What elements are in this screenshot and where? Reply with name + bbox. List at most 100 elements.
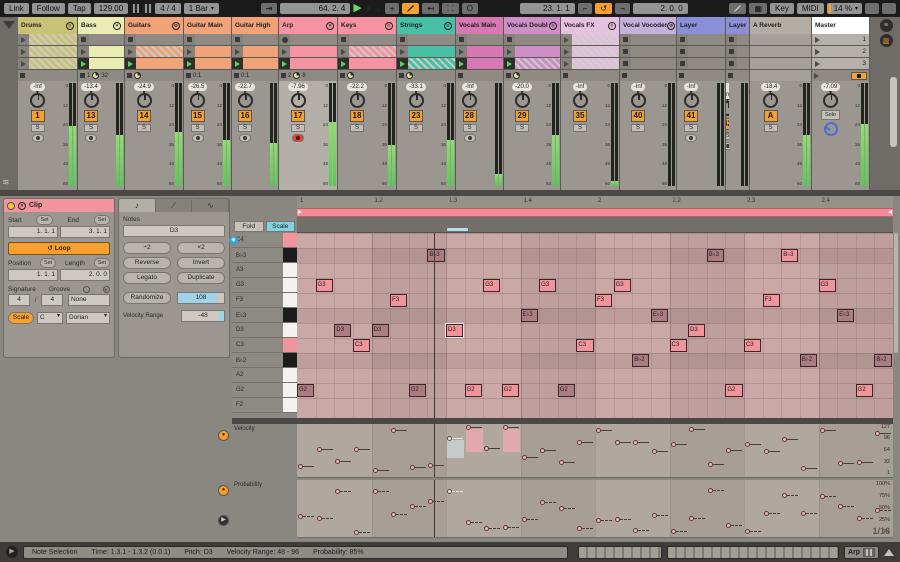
clip-launch-cell[interactable] — [338, 46, 349, 57]
arm-button[interactable] — [292, 134, 304, 142]
midi-note[interactable]: F3 — [595, 294, 612, 307]
velocity-marker[interactable] — [391, 428, 396, 433]
groove-select[interactable]: None — [68, 294, 110, 306]
probability-marker[interactable] — [503, 525, 508, 530]
play-button[interactable]: ▶ — [353, 3, 361, 14]
probability-marker[interactable] — [466, 520, 471, 525]
velocity-marker[interactable] — [689, 427, 694, 432]
midi-note[interactable]: E♭3 — [521, 309, 538, 322]
probability-marker[interactable] — [671, 529, 676, 534]
track-activator-number[interactable]: 16 — [238, 110, 252, 122]
reverse-button[interactable]: Reverse — [123, 257, 171, 269]
probability-marker[interactable] — [410, 504, 415, 509]
velocity-marker[interactable] — [633, 440, 638, 445]
clip-launch-cell[interactable] — [78, 46, 89, 57]
tap-tempo-button[interactable]: Tap — [68, 3, 91, 14]
preview-note-button[interactable]: ◉ — [229, 236, 238, 245]
link-button[interactable]: Link — [4, 3, 29, 14]
piano-key[interactable] — [283, 353, 297, 367]
pan-knob[interactable] — [573, 93, 588, 108]
clip-launch-cell[interactable] — [125, 46, 136, 57]
clip-color-chooser[interactable] — [7, 202, 15, 210]
probability-marker[interactable] — [484, 526, 489, 531]
piano-key[interactable] — [283, 368, 297, 382]
track-activator-number[interactable]: 35 — [573, 110, 587, 122]
note-grid[interactable]: G2G3D3C3D3F3G2B♭3D3G2G3G2E♭3G3G2C3F3G3B♭… — [297, 233, 893, 418]
track-header[interactable]: Bass▾ — [78, 17, 124, 34]
preview-volume-knob[interactable] — [824, 122, 838, 136]
loop-start-field[interactable]: 23. 1. 1 — [520, 3, 575, 14]
root-note-select[interactable]: C▾ — [37, 312, 63, 324]
track-activator-number[interactable]: 14 — [137, 110, 151, 122]
pitch-display-field[interactable]: D3 — [123, 225, 225, 237]
clip-slot[interactable] — [561, 34, 619, 46]
piano-key[interactable] — [283, 338, 297, 352]
clip-launch-cell[interactable] — [504, 46, 515, 57]
set-length-button[interactable]: Set — [94, 258, 110, 268]
solo-button[interactable]: S — [31, 124, 45, 132]
track-fold-icon[interactable]: ≡ — [549, 22, 557, 30]
track-fold-icon[interactable]: ▾ — [326, 22, 334, 30]
velocity-marker[interactable] — [745, 442, 750, 447]
piano-key-column[interactable]: C4B♭3A3G3F3E♭3D3C3B♭2A2G2F2 — [232, 233, 297, 418]
midi-note[interactable]: B♭3 — [781, 249, 798, 262]
probability-marker[interactable] — [317, 516, 322, 521]
clip-launch-cell[interactable] — [125, 34, 136, 45]
track-fold-icon[interactable]: ≡ — [608, 22, 616, 30]
quantization-menu[interactable]: 1 Bar ▾ — [184, 3, 219, 14]
pan-knob[interactable] — [84, 93, 99, 108]
clip-menu-icon[interactable]: ▾ — [18, 202, 26, 210]
velocity-marker[interactable] — [559, 460, 564, 465]
volume-value[interactable]: -22.7 — [235, 83, 255, 91]
solo-button[interactable]: S — [84, 124, 98, 132]
track-activator-number[interactable]: 15 — [191, 110, 205, 122]
tab-notes[interactable]: ♪ — [119, 199, 156, 212]
automation-reenable-button[interactable]: ⸬ — [442, 3, 459, 14]
key-row-B♭2[interactable]: B♭2 — [232, 353, 297, 368]
stop-button[interactable]: ■ — [365, 3, 372, 14]
probability-marker[interactable] — [708, 488, 713, 493]
clip-slot[interactable] — [561, 46, 619, 58]
velocity-marker[interactable] — [410, 465, 415, 470]
clip-slot[interactable] — [677, 46, 725, 58]
clip-slot[interactable] — [561, 58, 619, 70]
clip-launch-cell[interactable] — [397, 46, 408, 57]
velocity-marker[interactable] — [317, 447, 322, 452]
clip-slot[interactable] — [184, 34, 231, 46]
piano-key[interactable] — [283, 248, 297, 262]
set-start-button[interactable]: Set — [36, 215, 52, 225]
clip-slot[interactable] — [456, 58, 503, 70]
clip-start-field[interactable]: 1. 1. 1 — [8, 226, 58, 238]
track-fold-icon[interactable]: ⊘ — [667, 22, 675, 30]
piano-key[interactable] — [283, 323, 297, 337]
track-fold-icon[interactable]: ≡ — [66, 22, 74, 30]
track-header[interactable]: Vocals Main — [456, 17, 503, 34]
volume-value[interactable]: -26.5 — [188, 83, 208, 91]
clip-slot[interactable] — [677, 58, 725, 70]
beat-time-ruler[interactable]: 11.21.31.422.22.32.4 — [297, 196, 893, 208]
scrub-area[interactable] — [297, 217, 893, 233]
volume-value[interactable]: -Inf — [30, 83, 45, 91]
track-header[interactable]: Guitar High — [232, 17, 278, 34]
midi-note[interactable]: C3 — [576, 339, 593, 352]
midi-note[interactable]: G2 — [465, 384, 482, 397]
arm-button[interactable] — [464, 134, 476, 142]
clip-launch-cell[interactable] — [125, 58, 136, 69]
clip-launch-cell[interactable] — [18, 34, 29, 45]
midi-note[interactable]: E♭3 — [651, 309, 668, 322]
piano-key[interactable] — [283, 278, 297, 292]
record-button[interactable]: ● — [374, 3, 381, 15]
clip-launch-cell[interactable] — [677, 34, 688, 45]
probability-marker[interactable] — [596, 518, 601, 523]
track-fold-icon[interactable]: ≡ — [385, 22, 393, 30]
velocity-marker[interactable] — [335, 459, 340, 464]
probability-marker[interactable] — [820, 494, 825, 499]
clip-launch-cell[interactable] — [726, 34, 737, 45]
velocity-lane[interactable] — [297, 424, 893, 478]
track-header[interactable]: Arp▾ — [279, 17, 337, 34]
clip-slot[interactable] — [397, 46, 455, 58]
clip-slot[interactable] — [726, 46, 749, 58]
solo-button[interactable]: S — [350, 124, 364, 132]
draw-automation-icon[interactable] — [729, 3, 746, 14]
clip-launch-cell[interactable] — [750, 58, 761, 69]
